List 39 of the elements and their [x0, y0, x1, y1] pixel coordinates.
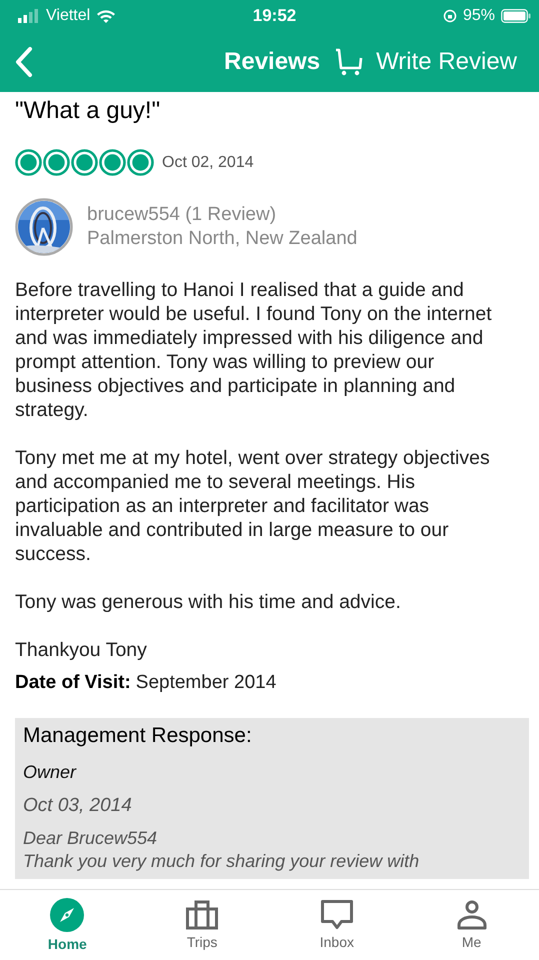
review-paragraph: Tony was generous with his time and advice.	[15, 590, 402, 614]
review-title: "What a guy!"	[15, 96, 162, 126]
rating-bubble-icon	[127, 149, 154, 176]
review-paragraph: Tony met me at my hotel, went over strategy objectives and accompanied me to several meetings. His participation as an interpreter and facilitator was invaluable and contributed in large measure to our success.	[15, 446, 491, 566]
tab-item[interactable]: Trips	[157, 900, 248, 950]
response-date: Oct 03, 2014	[23, 795, 133, 817]
person-icon	[456, 900, 487, 930]
status-time: 19:52	[252, 6, 296, 26]
suitcase-icon	[186, 900, 218, 930]
response-heading: Management Response:	[23, 724, 253, 748]
cart-icon	[334, 48, 364, 76]
write-review-button[interactable]: Write Review	[334, 48, 517, 76]
review-paragraph: Thankyou Tony	[15, 638, 148, 662]
review-date: Oct 02, 2014	[162, 154, 254, 172]
response-author: Owner	[23, 762, 78, 783]
rating-bubble-icon	[43, 149, 70, 176]
visit-label: Date of Visit:	[15, 672, 131, 694]
battery-percent: 95%	[462, 7, 495, 25]
carrier-name: Viettel	[46, 7, 90, 25]
visit-date: September 2014	[136, 672, 276, 694]
rating-bubble-icon	[71, 149, 98, 176]
chat-bubble-icon	[320, 900, 353, 930]
compass-icon	[50, 898, 84, 932]
rating-bubble-icon	[99, 149, 126, 176]
signal-icon	[18, 9, 40, 23]
wifi-icon	[96, 9, 116, 23]
tab-item[interactable]: Me	[426, 900, 517, 950]
review-paragraph: Before travelling to Hanoi I realised that a guide and interpreter would be useful. I found Tony on the internet and was immediately impressed with his diligence and prompt attention. Tony was willing to preview our business objectives and participate in planning and strategy.	[15, 278, 493, 422]
reviewer-name[interactable]: brucew554 (1 Review)	[87, 204, 358, 226]
reviewer-location: Palmerston North, New Zealand	[87, 228, 358, 250]
response-text: Thank you very much for sharing your review with	[23, 850, 420, 873]
back-icon[interactable]	[14, 46, 34, 78]
rotation-lock-icon	[442, 9, 457, 23]
rating-bubble-icon	[15, 149, 42, 176]
battery-icon	[500, 9, 531, 23]
response-text: Dear Brucew554	[23, 827, 158, 850]
page-title: Reviews	[224, 48, 320, 76]
tab-item[interactable]: Home	[22, 898, 112, 952]
tab-item[interactable]: Inbox	[292, 900, 382, 950]
